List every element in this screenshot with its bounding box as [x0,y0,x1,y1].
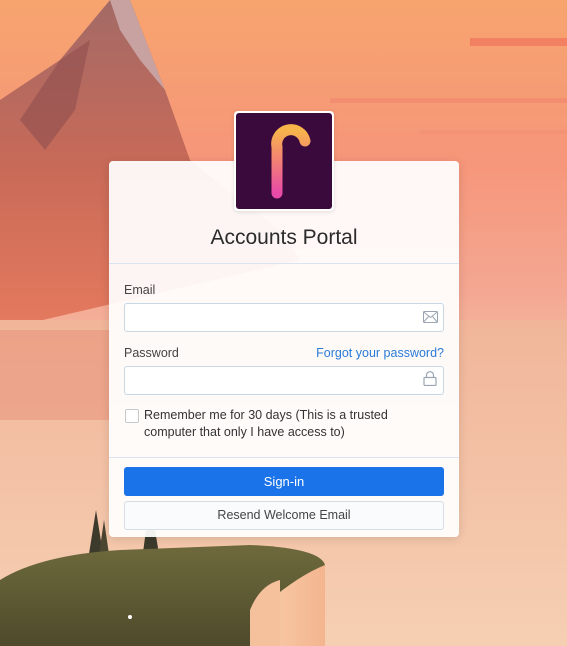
signin-button[interactable]: Sign-in [124,467,444,496]
page-title: Accounts Portal [210,226,358,249]
logo-f-icon [236,113,332,209]
forgot-password-link[interactable]: Forgot your password? [316,346,444,360]
envelope-icon [423,310,438,328]
login-card: Accounts Portal Email Password Forgot yo… [109,161,459,537]
email-field[interactable] [124,303,444,332]
password-field[interactable] [124,366,444,395]
app-logo [234,111,334,211]
header-divider [109,263,459,264]
email-label: Email [124,283,156,297]
remember-label: Remember me for 30 days (This is a trust… [144,408,388,439]
lock-icon [423,371,437,391]
remember-checkbox[interactable] [125,409,139,423]
resend-welcome-email-button[interactable]: Resend Welcome Email [124,501,444,530]
password-label: Password [124,346,179,360]
footer-divider [109,457,459,458]
